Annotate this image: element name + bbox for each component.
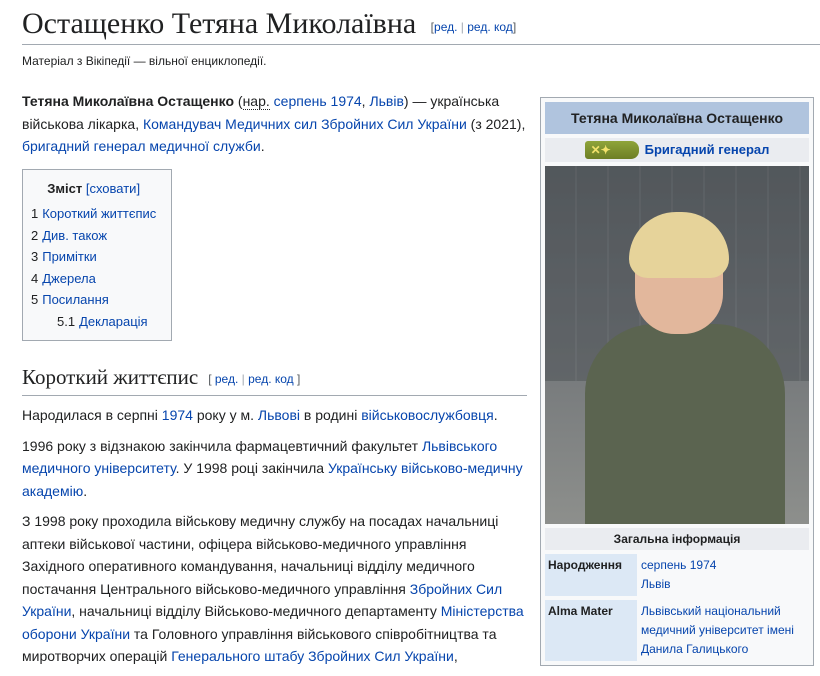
toc-heading: Зміст bbox=[47, 180, 83, 196]
toc-number: 1 bbox=[31, 206, 39, 221]
toc-item[interactable]: 5 Посилання bbox=[31, 289, 156, 311]
rank-link[interactable]: бригадний генерал медичної служби bbox=[22, 138, 261, 154]
birth-value: серпень 1974 Львів bbox=[637, 554, 809, 596]
alma-mater-link[interactable]: Львівський національний медичний універс… bbox=[641, 604, 794, 656]
paragraph: 1996 року з відзнакою закінчила фармацев… bbox=[22, 435, 527, 503]
toc-title: Зміст [сховати] bbox=[31, 178, 156, 200]
lead-text: ( bbox=[234, 93, 243, 109]
text: в родині bbox=[300, 407, 362, 423]
general-staff-link[interactable]: Генерального штабу Збройних Сил України bbox=[171, 648, 454, 664]
toc-link[interactable]: Короткий життєпис bbox=[42, 206, 156, 221]
bracket: ] bbox=[293, 372, 301, 386]
toc-number: 3 bbox=[31, 249, 39, 264]
family-link[interactable]: військовослужбовця bbox=[361, 407, 494, 423]
rank-link[interactable]: Бригадний генерал bbox=[645, 138, 770, 162]
infobox-row-alma-mater: Alma Mater Львівський національний медич… bbox=[545, 600, 809, 661]
text: . bbox=[493, 407, 498, 423]
year-link[interactable]: 1974 bbox=[162, 407, 193, 423]
edit-code-link[interactable]: ред. код bbox=[467, 20, 513, 34]
toc-link[interactable]: Декларація bbox=[79, 314, 148, 329]
lead-text: (з 2021), bbox=[466, 115, 526, 132]
toc-link[interactable]: Примітки bbox=[42, 249, 97, 264]
city-link[interactable]: Львові bbox=[258, 407, 300, 423]
born-date-link[interactable]: серпень 1974 bbox=[274, 93, 362, 109]
table-of-contents: Зміст [сховати] 1 Короткий життєпис 2 Див.… bbox=[22, 168, 173, 341]
page-title: Остащенко Тетяна Миколаївна bbox=[22, 7, 417, 40]
section-edit-link[interactable]: ред. bbox=[215, 372, 238, 386]
photo-figure-torso bbox=[585, 324, 785, 524]
infobox-title: Тетяна Миколаївна Остащенко bbox=[545, 102, 809, 134]
infobox: Тетяна Миколаївна Остащенко ✕✦ Бригадний… bbox=[540, 97, 814, 666]
infobox-rank: ✕✦ Бригадний генерал bbox=[545, 138, 809, 162]
toc-item[interactable]: 1 Короткий життєпис bbox=[31, 203, 156, 225]
toc-number: 2 bbox=[31, 227, 39, 243]
lead-name: Тетяна Миколаївна Остащенко bbox=[22, 93, 235, 109]
born-abbr: нар. bbox=[242, 93, 270, 110]
toc-number: 5.1 bbox=[57, 313, 76, 329]
infobox-section-header: Загальна інформація bbox=[545, 528, 809, 550]
paragraph: З 1998 року проходила військову медичну … bbox=[22, 510, 527, 668]
site-tagline: Матеріал з Вікіпедії — вільної енциклопе… bbox=[22, 54, 267, 68]
separator: | bbox=[241, 372, 245, 386]
alma-mater-value: Львівський національний медичний універс… bbox=[637, 600, 809, 661]
text: , начальниці відділу Військово-медичного… bbox=[71, 603, 441, 619]
toc-subitem[interactable]: 5.1 Декларація bbox=[31, 311, 156, 333]
text: року у м. bbox=[192, 407, 258, 423]
birth-date-link[interactable]: серпень 1974 bbox=[641, 558, 716, 572]
text: , bbox=[453, 648, 458, 664]
toc-link[interactable]: Див. також bbox=[42, 228, 107, 243]
section-title: Короткий життєпис bbox=[22, 365, 199, 389]
birth-label: Народження bbox=[545, 554, 637, 596]
position-link[interactable]: Командувач Медичних сил Збройних Сил Укр… bbox=[143, 116, 467, 132]
text: . У 1998 році закінчила bbox=[175, 460, 328, 476]
toc-item[interactable]: 4 Джерела bbox=[31, 268, 156, 290]
alma-mater-label: Alma Mater bbox=[545, 600, 637, 661]
born-place-link[interactable]: Львів bbox=[369, 93, 403, 109]
paragraph: Народилася в серпні 1974 року у м. Львов… bbox=[22, 404, 527, 427]
toc-hide-link[interactable]: [сховати] bbox=[86, 181, 140, 196]
portrait-photo[interactable] bbox=[545, 166, 809, 524]
edit-link[interactable]: ред. bbox=[434, 20, 457, 34]
toc-number: 5 bbox=[31, 292, 39, 307]
rank-insignia-icon[interactable]: ✕✦ bbox=[584, 141, 639, 159]
page-header: Остащенко Тетяна Миколаївна [ред. | ред.… bbox=[22, 4, 820, 45]
lead-text: . bbox=[260, 138, 265, 154]
title-edit-links: [ред. | ред. код] bbox=[430, 20, 517, 34]
infobox-row-birth: Народження серпень 1974 Львів bbox=[545, 554, 809, 596]
text: 1996 року з відзнакою закінчила фармацев… bbox=[22, 437, 422, 454]
section-edit-code-link[interactable]: ред. код bbox=[248, 372, 294, 386]
section-edit-links: [ ред. | ред. код ] bbox=[208, 372, 300, 386]
birth-place-link[interactable]: Львів bbox=[641, 577, 671, 591]
section-heading: Короткий життєпис [ ред. | ред. код ] bbox=[22, 363, 527, 396]
toc-link[interactable]: Посилання bbox=[42, 292, 109, 307]
text: . bbox=[83, 482, 88, 499]
text: Народилася в серпні bbox=[22, 407, 162, 423]
separator: | bbox=[460, 20, 464, 34]
toc-item[interactable]: 2 Див. також bbox=[31, 225, 156, 247]
article-body: Тетяна Миколаївна Остащенко (нар. серпен… bbox=[22, 90, 527, 676]
toc-number: 4 bbox=[31, 270, 39, 286]
bracket: [ bbox=[208, 372, 215, 386]
toc-link[interactable]: Джерела bbox=[42, 271, 96, 286]
toc-item[interactable]: 3 Примітки bbox=[31, 246, 156, 268]
lead-paragraph: Тетяна Миколаївна Остащенко (нар. серпен… bbox=[22, 90, 527, 158]
